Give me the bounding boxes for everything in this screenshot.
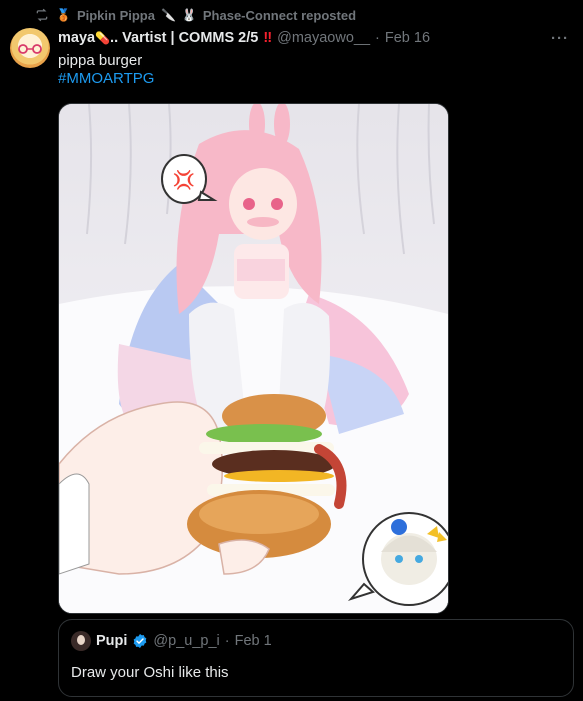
quote-text: Draw your Oshi like this — [71, 664, 229, 681]
author-handle[interactable]: @mayaowo__ — [277, 30, 370, 46]
quote-avatar[interactable] — [71, 631, 91, 651]
quote-date[interactable]: Feb 1 — [235, 633, 272, 649]
tweet-header: maya💊.. Vartist | COMMS 2/5 ‼ @mayaowo__… — [58, 29, 571, 47]
more-options-icon[interactable]: ··· — [551, 30, 569, 47]
knife-icon: 🔪 — [160, 8, 176, 22]
repost-suffix: Phase-Connect reposted — [202, 7, 357, 23]
bunny-icon: 🐰 — [181, 8, 197, 22]
quote-handle[interactable]: @p_u_p_i — [153, 633, 219, 649]
repost-user: Pipkin Pippa — [76, 7, 155, 23]
anger-symbol: 💢 — [173, 169, 195, 190]
quoted-tweet[interactable]: Pupi @p_u_p_i · Feb 1 Draw your Oshi lik… — [58, 619, 574, 697]
repost-icon — [36, 8, 48, 22]
medal-icon: 🥉 — [56, 8, 71, 22]
author-avatar[interactable] — [10, 28, 50, 68]
glasses-icon — [18, 44, 42, 54]
tweet-date[interactable]: Feb 16 — [385, 30, 430, 46]
separator: · — [375, 30, 380, 46]
artwork-image: 💢 — [59, 104, 448, 613]
quote-author-name[interactable]: Pupi — [96, 633, 127, 649]
hashtag-link[interactable]: #MMOARTPG — [58, 70, 154, 87]
tweet-text: pippa burger — [58, 52, 143, 69]
tweet-media[interactable]: 💢 — [58, 103, 449, 614]
author-name[interactable]: maya💊.. Vartist | COMMS 2/5 — [58, 30, 258, 46]
quote-header: Pupi @p_u_p_i · Feb 1 — [71, 631, 272, 651]
quote-separator: · — [224, 633, 230, 649]
pill-icon: 💊 — [95, 31, 111, 45]
verified-badge-icon — [134, 634, 147, 648]
double-exclamation-icon: ‼ — [263, 30, 273, 46]
repost-indicator[interactable]: 🥉 Pipkin Pippa 🔪 🐰 Phase-Connect reposte… — [34, 6, 356, 24]
